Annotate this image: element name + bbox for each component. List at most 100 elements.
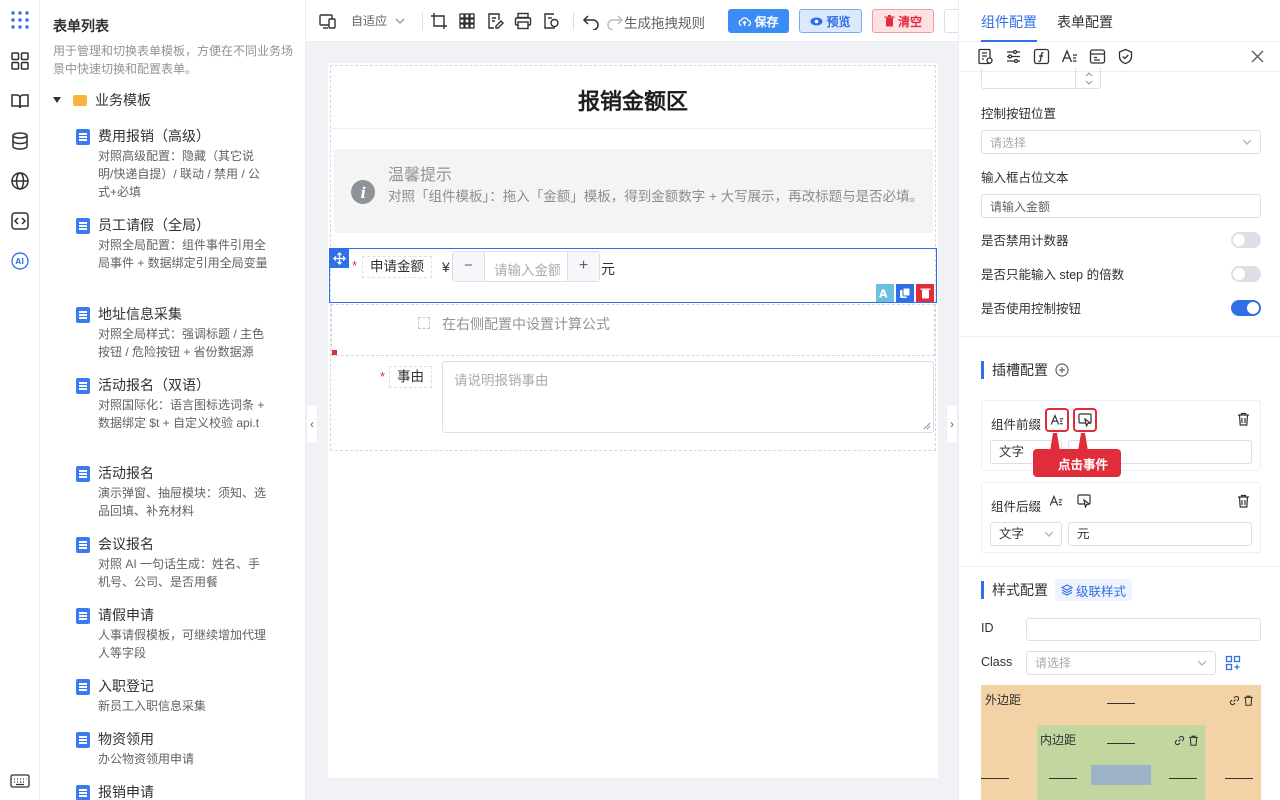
id-input[interactable]	[1026, 618, 1261, 641]
undo-icon[interactable]	[582, 12, 600, 30]
template-desc: 对照 AI 一句话生成：姓名、手机号、公司、是否用餐	[98, 557, 261, 589]
minus-button[interactable]: −	[453, 252, 485, 281]
padding-left-value[interactable]	[1049, 778, 1077, 779]
suffix-value-input[interactable]: 元	[1068, 522, 1252, 546]
trash-icon[interactable]	[1237, 494, 1250, 508]
reason-textarea[interactable]: 请说明报销事由	[442, 361, 934, 433]
edit-icon[interactable]	[304, 217, 305, 233]
formula-field[interactable]	[331, 304, 935, 356]
database-icon[interactable]	[10, 131, 30, 151]
edit-icon[interactable]	[304, 678, 305, 694]
formula-icon[interactable]	[1033, 48, 1050, 65]
plus-button[interactable]: +	[567, 252, 599, 281]
trash-icon[interactable]	[1237, 412, 1250, 426]
adapt-select[interactable]: 自适应	[351, 12, 405, 29]
link-icon[interactable]	[1174, 735, 1185, 746]
edit-icon[interactable]	[304, 306, 305, 322]
amount-input[interactable]: 请输入金额	[494, 259, 560, 279]
suffix-type-select[interactable]: 文字	[990, 522, 1062, 546]
clear-label: 清空	[897, 14, 922, 29]
margin-left-value[interactable]	[981, 778, 1009, 779]
tab-component-config[interactable]: 组件配置	[981, 12, 1037, 32]
keyboard-icon[interactable]	[10, 771, 30, 791]
qrcode-icon[interactable]	[458, 12, 476, 30]
save-button[interactable]: 保存	[728, 9, 789, 33]
form-canvas: 报销金额区 i 温馨提示 对照「组件模板」：拖入「金额」模板，得到金额数字 + …	[328, 63, 938, 778]
globe-icon[interactable]	[10, 171, 30, 191]
margin-box[interactable]: 外边距 内边距	[981, 685, 1261, 800]
edit-document-icon[interactable]	[486, 12, 504, 30]
copy-icon[interactable]	[896, 284, 914, 302]
class-manage-icon[interactable]	[1225, 655, 1241, 671]
ai-action-icon[interactable]: A	[876, 284, 894, 302]
padding-box[interactable]: 内边距	[1037, 725, 1205, 800]
edit-icon[interactable]	[304, 731, 305, 747]
amount-field-selected[interactable]: * 申请金额 ¥ − 请输入金额 + 元 A	[329, 248, 937, 303]
edit-icon[interactable]	[304, 465, 305, 481]
apps-grid-icon[interactable]	[10, 10, 30, 30]
click-event-icon[interactable]	[1073, 408, 1097, 432]
margin-top-value[interactable]	[1107, 703, 1135, 704]
text-style-icon[interactable]	[1049, 494, 1063, 508]
book-icon[interactable]	[10, 91, 30, 111]
use-controls-switch[interactable]	[1231, 300, 1261, 316]
props-icon[interactable]	[977, 48, 994, 65]
padding-top-value[interactable]	[1107, 743, 1135, 744]
padding-right-value[interactable]	[1169, 778, 1197, 779]
collapse-right-handle[interactable]: ›	[946, 404, 958, 444]
shield-icon[interactable]	[1117, 48, 1134, 65]
click-event-icon[interactable]	[1077, 494, 1091, 508]
edit-icon[interactable]	[304, 128, 305, 144]
crop-icon[interactable]	[430, 12, 448, 30]
components-icon[interactable]	[10, 51, 30, 71]
ai-document-icon[interactable]	[542, 12, 560, 30]
clear-button[interactable]: 清空	[872, 9, 934, 33]
print-icon[interactable]	[514, 12, 532, 30]
text-style-icon[interactable]	[1061, 48, 1078, 65]
resize-grip-icon[interactable]	[923, 422, 931, 430]
drag-move-handle[interactable]	[330, 249, 349, 268]
document-icon	[76, 218, 90, 234]
red-marker	[332, 350, 337, 355]
tooltip-click-event: 点击事件	[1033, 449, 1121, 477]
delete-icon[interactable]	[916, 284, 934, 302]
edit-icon[interactable]	[304, 536, 305, 552]
edit-icon[interactable]	[304, 377, 305, 393]
stepper-arrows[interactable]	[1075, 68, 1101, 89]
cascade-style-button[interactable]: 级联样式	[1055, 579, 1133, 601]
edit-icon[interactable]	[304, 607, 305, 623]
code-icon[interactable]	[10, 211, 30, 231]
ai-icon[interactable]: AI	[10, 251, 30, 271]
section-title-block[interactable]: 报销金额区	[331, 71, 935, 129]
collapse-left-handle[interactable]: ‹	[306, 404, 318, 444]
warm-tip-alert[interactable]: i 温馨提示 对照「组件模板」：拖入「金额」模板，得到金额数字 + 大写展示，再…	[334, 149, 933, 233]
template-desc: 办公物资领用申请	[98, 752, 195, 766]
edit-icon[interactable]	[304, 784, 305, 800]
template-desc: 演示弹窗、抽屉模块：须知、选品回填、补充材料	[98, 486, 267, 518]
device-icon[interactable]	[319, 12, 337, 30]
class-select[interactable]: 请选择	[1026, 651, 1216, 675]
layout-icon[interactable]	[1089, 48, 1106, 65]
placeholder-text-input[interactable]: 请输入金额	[981, 194, 1261, 218]
sliders-icon[interactable]	[1005, 48, 1022, 65]
step-only-switch[interactable]	[1231, 266, 1261, 282]
margin-right-value[interactable]	[1225, 778, 1253, 779]
redo-icon[interactable]	[606, 12, 624, 30]
disable-counter-switch[interactable]	[1231, 232, 1261, 248]
preview-button[interactable]: 预览	[799, 9, 862, 33]
generate-drag-rule-button[interactable]: 生成拖拽规则	[624, 12, 705, 32]
trash-icon[interactable]	[1243, 695, 1254, 706]
tab-form-config[interactable]: 表单配置	[1057, 12, 1113, 32]
add-circle-icon[interactable]	[1055, 363, 1069, 377]
close-icon[interactable]	[1250, 49, 1265, 64]
margin-label: 外边距	[985, 693, 1022, 707]
folder-business-templates[interactable]: 业务模板	[53, 90, 151, 110]
control-pos-select[interactable]: 请选择	[981, 130, 1261, 154]
text-style-icon[interactable]	[1045, 408, 1069, 432]
template-name: 活动报名（双语）	[98, 377, 210, 393]
slot-config-title: 插槽配置	[981, 361, 1048, 379]
folder-label: 业务模板	[95, 92, 151, 108]
document-icon	[76, 732, 90, 748]
trash-icon[interactable]	[1188, 735, 1199, 746]
link-icon[interactable]	[1229, 695, 1240, 706]
